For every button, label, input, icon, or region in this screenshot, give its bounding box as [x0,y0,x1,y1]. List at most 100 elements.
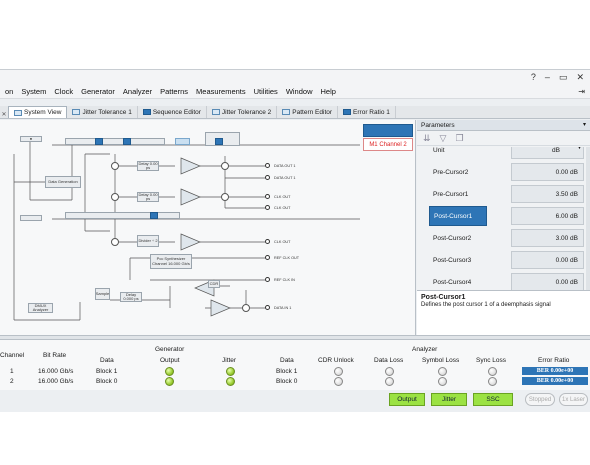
menu-item-generator[interactable]: Generator [77,87,119,96]
menu-item-patterns[interactable]: Patterns [156,87,192,96]
divider-block-small[interactable] [175,138,190,145]
tab-jitter-tolerance-1[interactable]: Jitter Tolerance 1 [67,106,138,118]
tab-error-ratio-1[interactable]: Error Ratio 1 [338,106,396,118]
parameter-value[interactable]: dB [511,147,584,159]
copy-icon[interactable]: ❐ [455,133,463,144]
menu-item-analyzer[interactable]: Analyzer [119,87,156,96]
header-generator: Generator [155,346,185,353]
header-jitter: Jitter [222,357,237,364]
ref-clk-out-port[interactable] [265,255,270,260]
rj-filter-block[interactable] [65,138,165,145]
data-out-port[interactable] [265,163,270,168]
pj-filter-block[interactable] [65,212,180,219]
tab-label: Sequence Editor [152,108,201,116]
parameter-value[interactable]: 3.00 dB [511,229,584,247]
parameter-row-pre-cursor2[interactable]: Pre-Cursor2 0.00 dB [417,161,590,183]
parameter-row-post-cursor4[interactable]: Post-Cursor4 0.00 dB [417,271,590,290]
pattern-icon [282,109,291,115]
close-icon[interactable]: ✕ [0,111,8,118]
row2-dataloss-led [385,377,394,386]
cdr-block[interactable]: CDR [208,280,220,288]
menu-item-window[interactable]: Window [282,87,317,96]
tab-jitter-tolerance-2[interactable]: Jitter Tolerance 2 [207,106,278,118]
parameter-row-post-cursor3[interactable]: Post-Cursor3 0.00 dB [417,249,590,271]
collapse-icon[interactable]: ⇊ [423,133,431,144]
parameter-row-post-cursor1[interactable]: Post-Cursor1 6.00 dB [417,205,590,227]
parameter-value[interactable]: 0.00 dB [511,163,584,181]
data-generation-block[interactable]: Data Generation [45,176,81,188]
data-in-port[interactable] [265,305,270,310]
delay-block-1[interactable]: Delay 0.00 ps [137,161,159,171]
chart-icon [211,109,220,115]
dmux-mode-block[interactable] [20,215,42,221]
channel-label[interactable]: M1 Channel 2 [363,138,413,151]
delay-block-2[interactable]: Delay 0.00 ps [137,192,159,202]
row1-jitter-led [226,367,235,376]
minimize-icon[interactable]: – [545,72,550,83]
parameter-description: Post-Cursor1 Defines the post cursor 1 o… [417,290,590,335]
row1-channel: 1 [10,368,14,375]
sample-block[interactable]: Sample [95,288,110,300]
parameter-value[interactable]: 6.00 dB [511,207,584,225]
clk-out-n-port[interactable] [265,205,270,210]
menu-item-partial[interactable]: on [1,87,17,96]
synthesizer-block[interactable]: Pcc Synthesizer Channel 16.000 Gb/s [150,254,192,269]
maximize-icon[interactable]: ▭ [559,72,568,83]
pin-icon[interactable]: ⇥ [578,87,585,96]
pj-toggle[interactable] [150,212,158,219]
row1-ber-value[interactable]: BER 0.00e+00 [522,367,588,375]
chevron-down-icon[interactable]: ▾ [583,121,586,128]
delay-block-3[interactable]: Delay 0.000 ps [120,292,142,302]
close-icon[interactable]: ✕ [576,72,584,83]
parameter-value[interactable]: 3.50 dB [511,185,584,203]
parameter-row-post-cursor2[interactable]: Post-Cursor2 3.00 dB [417,227,590,249]
channel-header-bar[interactable] [363,124,413,137]
ref-clk-in-port[interactable] [265,277,270,282]
tab-pattern-editor[interactable]: Pattern Editor [277,106,339,118]
parameter-value[interactable]: 0.00 dB [511,273,584,290]
laser-button[interactable]: 1x Laser [559,393,588,406]
menu-item-help[interactable]: Help [317,87,340,96]
ssc-button[interactable]: SSC [473,393,513,406]
row2-an-data: Block 0 [276,378,298,385]
menu-item-utilities[interactable]: Utilities [250,87,282,96]
menu-item-clock[interactable]: Clock [50,87,77,96]
help-icon[interactable]: ? [531,72,536,83]
sj-toggle[interactable] [215,138,223,145]
data-out-n-port[interactable] [265,175,270,180]
header-error-ratio: Error Ratio [538,357,570,364]
clk-out-n-label: CLK OUT [274,206,291,210]
description-title: Post-Cursor1 [421,294,466,301]
chevron-down-icon[interactable]: ▼ [577,147,582,151]
dmux-analyzer-block[interactable]: DMUX Analyzer [28,303,53,313]
row1-an-data: Block 1 [276,368,298,375]
tab-sequence-editor[interactable]: Sequence Editor [138,106,207,118]
clk-out-port[interactable] [265,194,270,199]
tab-system-view[interactable]: System View [8,106,68,118]
row1-symloss-led [438,367,447,376]
filter-toggle-2[interactable] [123,138,131,145]
menu-item-measurements[interactable]: Measurements [192,87,250,96]
clk-out-div-label: CLK OUT [274,240,291,244]
summing-node-5 [221,193,229,201]
stopped-button[interactable]: Stopped [525,393,555,406]
menu-item-system[interactable]: System [17,87,50,96]
parameter-row-pre-cursor1[interactable]: Pre-Cursor1 3.50 dB [417,183,590,205]
row2-jitter-led [226,377,235,386]
filter-icon[interactable]: ▽ [440,133,447,144]
parameters-scrollbar[interactable] [586,147,590,290]
application-window: ? – ▭ ✕ on System Clock Generator Analyz… [0,69,590,412]
parameters-toolbar: ⇊ ▽ ❐ [417,131,590,146]
parameter-row-unit[interactable]: Unit dB ▼ [417,147,590,161]
parameter-value[interactable]: 0.00 dB [511,251,584,269]
clk-src-block[interactable]: ● [20,136,42,142]
row2-ber-value[interactable]: BER 0.00e+00 [522,377,588,385]
header-channel: Channel [0,352,25,359]
jitter-button[interactable]: Jitter [431,393,467,406]
output-button[interactable]: Output [389,393,425,406]
row2-cdr-led [334,377,343,386]
parameter-label: Post-Cursor4 [433,278,472,286]
divider-block[interactable]: Divider ÷ 2 [137,235,159,247]
filter-toggle-1[interactable] [95,138,103,145]
divider-out-port[interactable] [265,239,270,244]
